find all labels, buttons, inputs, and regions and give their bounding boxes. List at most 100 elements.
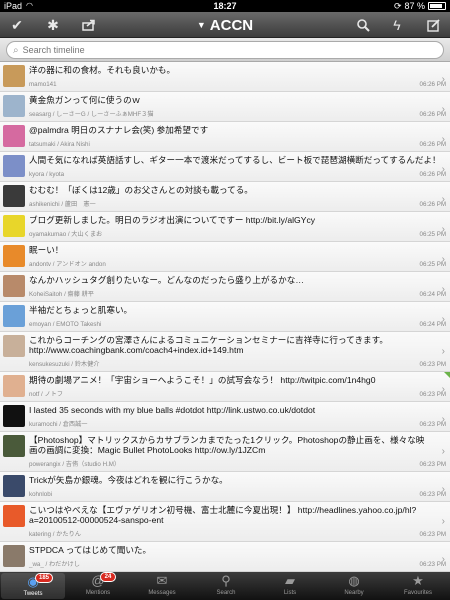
tweet-author: seasarg / しーさーG / しーさーふぁMHF３猫 [29, 111, 154, 118]
tweet-author: emoyan / EMOTO Takeshi [29, 321, 102, 328]
tweet-author: _wa_ / わだかけし [29, 561, 80, 568]
chevron-right-icon[interactable]: › [442, 104, 445, 115]
avatar[interactable] [3, 185, 25, 207]
avatar[interactable] [3, 335, 25, 357]
chevron-right-icon[interactable]: › [442, 134, 445, 145]
tweet-author: kohnlobi [29, 491, 53, 498]
chevron-right-icon[interactable]: › [442, 224, 445, 235]
tweet-text: こいつはやべえな【エヴァゲリオン初号機、富士北麓に今夏出現！】 http://h… [29, 505, 417, 525]
tweet-row[interactable]: こいつはやべえな【エヴァゲリオン初号機、富士北麓に今夏出現！】 http://h… [0, 502, 450, 542]
tab-tweets[interactable]: ◉ Tweets 185 [1, 573, 65, 599]
tweet-row[interactable]: 半袖だとちょっと肌寒い。 emoyan / EMOTO Takeshi 06:24 … [0, 302, 450, 332]
tweet-author: katering / かたりん [29, 531, 81, 538]
search-box[interactable]: ⌕ [6, 41, 444, 59]
avatar[interactable] [3, 215, 25, 237]
chevron-right-icon[interactable]: › [442, 554, 445, 565]
avatar[interactable] [3, 375, 25, 397]
chevron-right-icon[interactable]: › [442, 384, 445, 395]
tweet-author: KoheiSaitoh / 齋藤 耕平 [29, 291, 94, 298]
tweet-text: 眠ーい！ [29, 245, 64, 255]
unread-badge: 185 [35, 573, 54, 583]
tweet-text: 【Photoshop】マトリックスからカサブランカまでたった1クリック。Phot… [29, 435, 425, 455]
search-icon[interactable] [350, 12, 376, 38]
tweet-row[interactable]: 黄金魚ガンって何に使うのｗ seasarg / しーさーG / しーさーふぁMHF… [0, 92, 450, 122]
tweet-row[interactable]: これからコーチングの宮澤さんによるコミュニケーションセミナーに吉祥寺に行ってきま… [0, 332, 450, 372]
tweet-row[interactable]: むむむ！「ぼくは12歳」のお父さんとの対談も載ってる。 ashikenichi /… [0, 182, 450, 212]
chevron-right-icon[interactable]: › [442, 254, 445, 265]
tweet-author: kensukesuzuki / 鈴木健介 [29, 361, 100, 368]
tab-label: Lists [283, 590, 297, 596]
lightning-icon[interactable]: ϟ [384, 12, 410, 38]
tab-label: Search [216, 590, 236, 596]
avatar[interactable] [3, 155, 25, 177]
tab-favourites[interactable]: ★ Favourites [386, 572, 450, 600]
avatar[interactable] [3, 65, 25, 87]
tweet-author: ashikenichi / 蘆田 憲一 [29, 201, 96, 208]
tab-lists[interactable]: ▰ Lists [258, 572, 322, 600]
tweet-row[interactable]: ブログ更新しました。明日のラジオ出演についてですー http://bit.ly/… [0, 212, 450, 242]
search-input[interactable] [22, 45, 423, 55]
folder-icon: ▰ [285, 573, 295, 588]
tweet-text: ブログ更新しました。明日のラジオ出演についてですー http://bit.ly/… [29, 215, 316, 225]
avatar[interactable] [3, 245, 25, 267]
tab-search[interactable]: ⚲ Search [194, 572, 258, 600]
compose-icon[interactable] [420, 12, 446, 38]
tweet-text: @palmdra 明日のスナナレ会(笑) 参加希望です [29, 125, 209, 135]
avatar[interactable] [3, 95, 25, 117]
avatar[interactable] [3, 545, 25, 567]
tab-label: Favourites [403, 590, 432, 596]
avatar[interactable] [3, 505, 25, 527]
tweet-row[interactable]: I lasted 35 seconds with my blue balls #… [0, 402, 450, 432]
chevron-right-icon[interactable]: › [442, 164, 445, 175]
tweet-time: 06:23 PM [419, 461, 446, 468]
tweet-row[interactable]: Trickが矢島か銀魂。今夜はどれを観に行こうかな。 kohnlobi 06:23 … [0, 472, 450, 502]
tweet-row[interactable]: 洋の器に和の食材。それも良いかも。 mamo141 06:26 PM › [0, 62, 450, 92]
tab-messages[interactable]: ✉ Messages [130, 572, 194, 600]
top-toolbar: ✔ ✱ ▼ ACCN ϟ [0, 12, 450, 38]
tweet-author: powerangix / 吉侑（studio H.M） [29, 461, 121, 468]
avatar[interactable] [3, 475, 25, 497]
chevron-right-icon[interactable]: › [442, 446, 445, 457]
tweet-row[interactable]: 人間そ気になれば英語話すし、ギター一本で渡米だってするし、ビート板で琵琶湖横断だ… [0, 152, 450, 182]
tweet-row[interactable]: 眠ーい！ andontv / アンドオン andon 06:25 PM › [0, 242, 450, 272]
chevron-right-icon[interactable]: › [442, 194, 445, 205]
tweet-row[interactable]: なんかハッシュタグ創りたいなー。どんなのだったら盛り上がるかな… KoheiSai… [0, 272, 450, 302]
tab-mentions[interactable]: @ Mentions 24 [66, 572, 130, 600]
triangle-down-icon: ▼ [196, 20, 206, 30]
tab-nearby[interactable]: ◍ Nearby [322, 572, 386, 600]
battery-icon [428, 2, 446, 10]
avatar[interactable] [3, 405, 25, 427]
avatar[interactable] [3, 305, 25, 327]
account-title: ACCN [209, 17, 254, 34]
tweet-text: 黄金魚ガンって何に使うのｗ [29, 95, 141, 105]
tweet-text: 半袖だとちょっと肌寒い。 [29, 305, 133, 315]
tab-label: Nearby [344, 590, 364, 596]
tweet-row[interactable]: 【Photoshop】マトリックスからカサブランカまでたった1クリック。Phot… [0, 432, 450, 472]
tweet-row[interactable]: @palmdra 明日のスナナレ会(笑) 参加希望です tatsumaki / A… [0, 122, 450, 152]
chevron-right-icon[interactable]: › [442, 346, 445, 357]
tweet-text: STPDCA ってはじめて聞いた。 [29, 545, 152, 555]
account-switcher[interactable]: ▼ ACCN [0, 12, 450, 38]
tweet-author: oyamakumao / 大山くまお [29, 231, 103, 238]
tweet-text: 期待の劇場アニメ！「宇宙ショーへようこそ！」の試写会なう！ http://twi… [29, 375, 376, 385]
chevron-right-icon[interactable]: › [442, 284, 445, 295]
tweet-time: 06:23 PM [419, 361, 446, 368]
envelope-icon: ✉ [156, 573, 168, 588]
tweet-author: notf / ノトフ [29, 391, 64, 398]
chevron-right-icon[interactable]: › [442, 484, 445, 495]
tweet-text: I lasted 35 seconds with my blue balls #… [29, 405, 316, 415]
timeline[interactable]: 洋の器に和の食材。それも良いかも。 mamo141 06:26 PM › 黄金魚ガンって… [0, 62, 450, 572]
tweet-row[interactable]: STPDCA ってはじめて聞いた。 _wa_ / わだかけし 06:23 PM › [0, 542, 450, 572]
chevron-right-icon[interactable]: › [442, 314, 445, 325]
avatar[interactable] [3, 125, 25, 147]
chevron-right-icon[interactable]: › [442, 516, 445, 527]
tab-label: Messages [148, 590, 176, 596]
tweet-text: 人間そ気になれば英語話すし、ギター一本で渡米だってするし、ビート板で琵琶湖横断だ… [29, 155, 441, 165]
chevron-right-icon[interactable]: › [442, 74, 445, 85]
tweet-row[interactable]: 期待の劇場アニメ！「宇宙ショーへようこそ！」の試写会なう！ http://twi… [0, 372, 450, 402]
chevron-right-icon[interactable]: › [442, 414, 445, 425]
tweet-text: なんかハッシュタグ創りたいなー。どんなのだったら盛り上がるかな… [29, 275, 304, 285]
search-bar: ⌕ [0, 38, 450, 62]
avatar[interactable] [3, 435, 25, 457]
avatar[interactable] [3, 275, 25, 297]
